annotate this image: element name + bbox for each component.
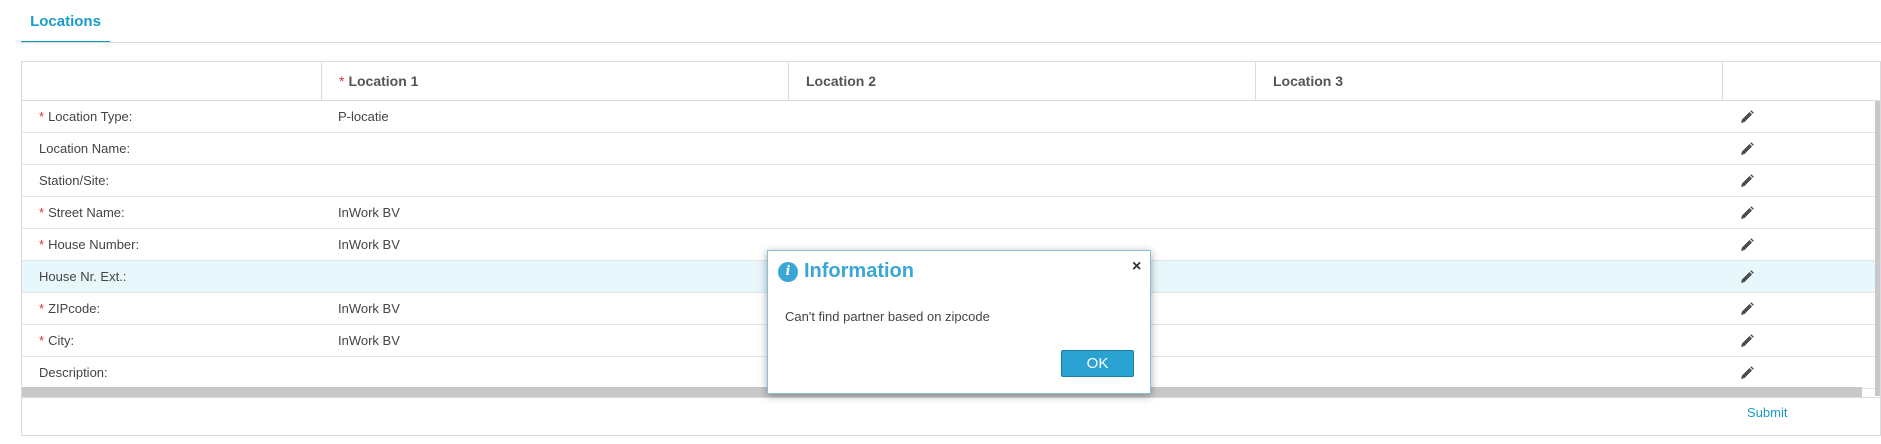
required-marker: * bbox=[339, 73, 345, 89]
row-label: * ZIPcode: bbox=[39, 301, 101, 316]
pencil-icon[interactable] bbox=[1739, 173, 1755, 189]
pencil-icon[interactable] bbox=[1739, 301, 1755, 317]
required-marker: * bbox=[39, 205, 45, 220]
info-icon: i bbox=[778, 261, 798, 282]
required-marker: * bbox=[39, 109, 45, 124]
header-location-2: Location 2 bbox=[789, 62, 1256, 100]
grid-header: * Location 1 Location 2 Location 3 bbox=[22, 62, 1880, 101]
tab-bar: Locations bbox=[0, 0, 1881, 43]
header-actions bbox=[1723, 62, 1880, 100]
pencil-icon[interactable] bbox=[1739, 109, 1755, 125]
table-row: Location Name: bbox=[22, 133, 1876, 165]
pencil-icon[interactable] bbox=[1739, 237, 1755, 253]
dialog-title-bar: i Information bbox=[778, 260, 914, 283]
row-label: Location Name: bbox=[39, 141, 131, 156]
header-location-1: * Location 1 bbox=[322, 62, 789, 100]
location-1-value: InWork BV bbox=[338, 301, 400, 316]
pencil-icon[interactable] bbox=[1739, 141, 1755, 157]
location-1-value: InWork BV bbox=[338, 205, 400, 220]
table-row: * Location Type: P-locatie bbox=[22, 101, 1876, 133]
row-label: * Street Name: bbox=[39, 205, 125, 220]
row-label: * Location Type: bbox=[39, 109, 133, 124]
submit-button[interactable]: Submit bbox=[1747, 405, 1787, 420]
grid-footer: Submit bbox=[22, 397, 1880, 435]
tab-locations[interactable]: Locations bbox=[21, 0, 110, 43]
location-1-value: InWork BV bbox=[338, 237, 400, 252]
ok-button[interactable]: OK bbox=[1061, 350, 1134, 377]
required-marker: * bbox=[39, 333, 45, 348]
information-dialog: i Information × Can't find partner based… bbox=[767, 250, 1151, 394]
location-1-value: P-locatie bbox=[338, 109, 389, 124]
row-label: Station/Site: bbox=[39, 173, 110, 188]
pencil-icon[interactable] bbox=[1739, 333, 1755, 349]
pencil-icon[interactable] bbox=[1739, 205, 1755, 221]
location-1-value: InWork BV bbox=[338, 333, 400, 348]
dialog-message: Can't find partner based on zipcode bbox=[785, 309, 990, 324]
pencil-icon[interactable] bbox=[1739, 365, 1755, 381]
table-row: Station/Site: bbox=[22, 165, 1876, 197]
close-icon[interactable]: × bbox=[1132, 259, 1141, 275]
tab-divider bbox=[21, 42, 1881, 43]
pencil-icon[interactable] bbox=[1739, 269, 1755, 285]
header-location-3: Location 3 bbox=[1256, 62, 1723, 100]
row-label: * House Number: bbox=[39, 237, 140, 252]
row-label: * City: bbox=[39, 333, 75, 348]
row-label: House Nr. Ext.: bbox=[39, 269, 127, 284]
required-marker: * bbox=[39, 301, 45, 316]
required-marker: * bbox=[39, 237, 45, 252]
row-label: Description: bbox=[39, 365, 108, 380]
vertical-scrollbar[interactable] bbox=[1875, 101, 1880, 396]
dialog-title: Information bbox=[804, 260, 914, 282]
header-label-column bbox=[22, 62, 322, 100]
table-row: * Street Name: InWork BV bbox=[22, 197, 1876, 229]
